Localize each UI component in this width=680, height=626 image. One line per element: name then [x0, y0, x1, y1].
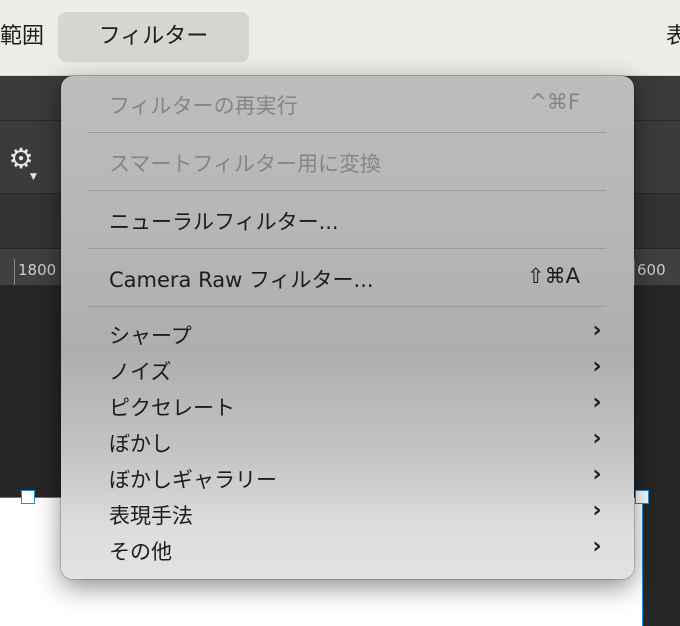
menu-item-repeat-filter: フィルターの再実行	[109, 90, 589, 120]
menu-item-label: ノイズ	[109, 360, 172, 384]
chevron-right-icon: ›	[592, 462, 602, 487]
menu-item-blur-gallery[interactable]: ぼかしギャラリー	[109, 464, 589, 494]
menu-item-label: ピクセレート	[109, 396, 235, 420]
chevron-right-icon: ›	[592, 534, 602, 559]
ruler-label-right: 600	[637, 261, 666, 279]
menu-item-stylize[interactable]: 表現手法	[109, 500, 589, 530]
photoshop-screen: 範囲 フィルター 表 ⚙ ▼ 1800 600 フィルターの再実行 ^⌘F スマー…	[0, 0, 680, 626]
menu-item-noise[interactable]: ノイズ	[109, 356, 589, 386]
menu-item-camera-raw[interactable]: Camera Raw フィルター...	[109, 264, 589, 294]
menu-item-label: 表現手法	[109, 504, 193, 528]
transform-handle-top-right[interactable]	[635, 490, 649, 504]
menu-separator	[88, 306, 606, 307]
menubar-item-filter[interactable]: フィルター	[58, 12, 249, 62]
menu-separator	[88, 132, 606, 133]
menu-separator	[88, 190, 606, 191]
ruler-tick	[14, 259, 15, 285]
menubar-item-range[interactable]: 範囲	[0, 12, 44, 62]
chevron-right-icon: ›	[592, 426, 602, 451]
menu-item-pixelate[interactable]: ピクセレート	[109, 392, 589, 422]
ruler-tick	[634, 259, 635, 285]
menu-item-label: シャープ	[109, 324, 192, 348]
menu-item-label: フィルターの再実行	[109, 94, 298, 118]
chevron-right-icon: ›	[592, 318, 602, 343]
ruler-label-left: 1800	[18, 261, 57, 279]
menu-item-blur[interactable]: ぼかし	[109, 428, 589, 458]
menu-item-label: Camera Raw フィルター...	[109, 268, 374, 292]
menu-item-label: ニューラルフィルター...	[109, 210, 339, 234]
shortcut-repeat-filter: ^⌘F	[529, 90, 580, 114]
chevron-right-icon: ›	[592, 498, 602, 523]
menubar-item-view[interactable]: 表	[666, 12, 680, 62]
menu-item-other[interactable]: その他	[109, 536, 589, 566]
menu-item-label: ぼかしギャラリー	[109, 468, 277, 492]
menu-item-label: スマートフィルター用に変換	[109, 152, 381, 176]
menu-item-convert-smart-filter: スマートフィルター用に変換	[109, 148, 589, 178]
menu-item-sharpen[interactable]: シャープ	[109, 320, 589, 350]
menu-item-label: ぼかし	[109, 432, 172, 456]
menu-item-label: その他	[109, 540, 172, 564]
gear-icon[interactable]: ⚙ ▼	[4, 142, 38, 182]
shortcut-camera-raw: ⇧⌘A	[527, 264, 580, 288]
menu-bar: 範囲 フィルター 表	[0, 0, 680, 76]
menu-separator	[88, 248, 606, 249]
dropdown-caret-icon: ▼	[30, 172, 37, 182]
chevron-right-icon: ›	[592, 354, 602, 379]
transform-handle-top-left[interactable]	[21, 490, 35, 504]
menu-item-neural-filter[interactable]: ニューラルフィルター...	[109, 206, 589, 236]
filter-menu: フィルターの再実行 ^⌘F スマートフィルター用に変換 ニューラルフィルター..…	[61, 76, 634, 579]
chevron-right-icon: ›	[592, 390, 602, 415]
